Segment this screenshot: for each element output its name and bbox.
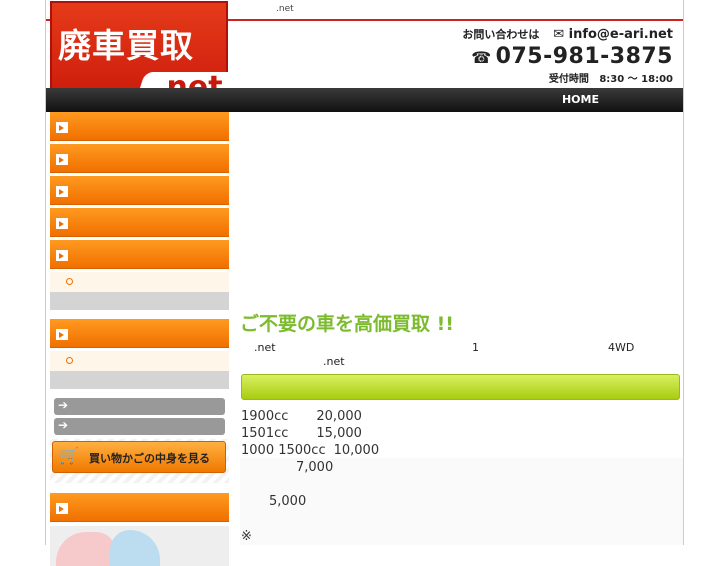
price-7000: 7,000	[296, 460, 334, 475]
main-headline: ご不要の車を高価買取 !!	[240, 313, 454, 335]
price-cc: 1501cc	[241, 426, 289, 441]
price-5000: 5,000	[269, 494, 307, 509]
view-cart-label: 買い物かごの中身を見る	[89, 452, 210, 465]
circle-bullet-icon	[66, 278, 73, 285]
arrow-right-icon: ➔	[58, 418, 69, 432]
intro-line-2: .net	[323, 355, 345, 368]
sidebar-item-7[interactable]	[50, 493, 229, 522]
intro-text-a: .net	[254, 341, 276, 354]
note-mark: ※	[241, 529, 252, 544]
price-list: 1900cc 20,000 1501cc 15,000 1000 1500cc 10,…	[241, 408, 379, 459]
sidebar-item-1[interactable]	[50, 112, 229, 141]
sidebar: ➔ ➔ 🛒 買い物かごの中身を見る	[50, 112, 229, 566]
price-value: 15,000	[316, 426, 362, 441]
sidebar-item-3[interactable]	[50, 176, 229, 205]
arrow-box-icon	[56, 329, 68, 340]
cart-zone: 🛒 買い物かごの中身を見る	[50, 439, 229, 483]
arrow-box-icon	[56, 218, 68, 229]
price-row: 1900cc 20,000	[241, 408, 379, 425]
cart-icon: 🛒	[59, 446, 79, 465]
price-row: 1000 1500cc 10,000	[241, 442, 379, 459]
main-content: ご不要の車を高価買取 !! .net 1 4WD .net 1900cc 20,0…	[240, 112, 683, 545]
price-value: 20,000	[316, 409, 362, 424]
price-value: 10,000	[333, 443, 380, 458]
intro-text-b: 1	[472, 341, 479, 354]
view-cart-button[interactable]: 🛒 買い物かごの中身を見る	[52, 441, 226, 473]
hours-label: 受付時間	[548, 74, 589, 85]
price-row: 1501cc 15,000	[241, 425, 379, 442]
envelope-icon: ✉	[553, 27, 565, 42]
arrow-box-icon	[56, 250, 68, 261]
arrow-box-icon	[56, 154, 68, 165]
arrow-box-icon	[56, 503, 68, 514]
sidebar-divider	[50, 292, 229, 310]
arrow-right-icon: ➔	[58, 398, 69, 412]
contact-label: お問い合わせは	[462, 28, 540, 41]
top-navbar: HOME	[46, 88, 683, 112]
contact-email[interactable]: info@e-ari.net	[569, 27, 673, 42]
area-map-image	[50, 526, 229, 566]
top-domain-text: .net	[276, 4, 294, 14]
sidebar-gray-link-2[interactable]: ➔	[54, 418, 225, 435]
arrow-box-icon	[56, 186, 68, 197]
sidebar-subitem-2[interactable]	[50, 351, 229, 371]
price-cc: 1000 1500cc	[241, 443, 326, 458]
sidebar-item-4[interactable]	[50, 208, 229, 237]
price-cc: 1900cc	[241, 409, 289, 424]
section-heading-bar	[241, 374, 680, 400]
sidebar-item-6[interactable]	[50, 319, 229, 348]
circle-bullet-icon	[66, 357, 73, 364]
nav-home-link[interactable]: HOME	[562, 93, 599, 106]
contact-phone[interactable]: 075-981-3875	[496, 44, 673, 69]
logo-title: 廃車買取	[58, 26, 194, 65]
sidebar-item-2[interactable]	[50, 144, 229, 173]
contact-block: お問い合わせは ✉ info@e-ari.net ☎ 075-981-3875 受…	[462, 26, 673, 85]
sidebar-item-5[interactable]	[50, 240, 229, 269]
page-wrapper: .net 廃車買取 .net お問い合わせは ✉ info@e-ari.net …	[45, 0, 684, 566]
hours-value: 8:30 〜 18:00	[599, 74, 673, 85]
intro-text-c: 4WD	[608, 341, 635, 354]
sidebar-divider	[50, 371, 229, 389]
sidebar-subitem-1[interactable]	[50, 272, 229, 292]
arrow-box-icon	[56, 122, 68, 133]
sidebar-gray-link-1[interactable]: ➔	[54, 398, 225, 415]
telephone-icon: ☎	[471, 48, 492, 67]
